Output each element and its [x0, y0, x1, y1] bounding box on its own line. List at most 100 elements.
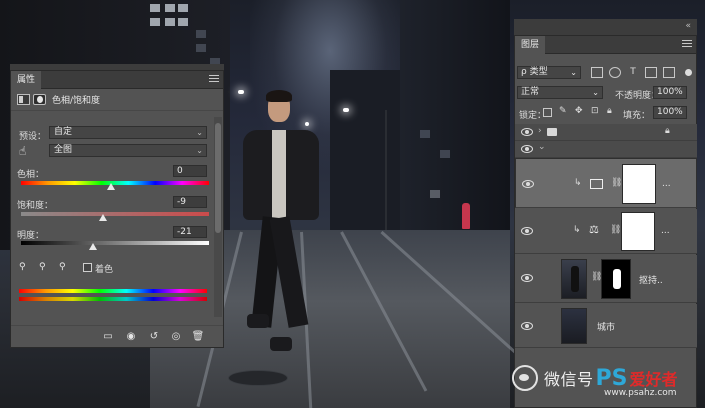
type-filter-icon[interactable]: T — [627, 67, 639, 78]
layer-thumbnail — [561, 308, 587, 344]
properties-scrollbar[interactable] — [214, 117, 222, 317]
layer-row-background[interactable]: 城市 — [515, 304, 697, 348]
image-filter-icon[interactable] — [591, 67, 603, 78]
building-mid — [330, 70, 410, 250]
eye-icon[interactable] — [521, 128, 533, 136]
hue-input[interactable]: 0 — [173, 165, 207, 177]
colorize-checkbox[interactable] — [83, 263, 92, 272]
layer-row-person[interactable]: ⛓︎ 抠持.. — [515, 255, 697, 303]
layer-mask-thumbnail — [622, 164, 656, 204]
eye-icon[interactable] — [521, 322, 533, 330]
preset-value: 自定 — [54, 127, 73, 137]
folder-icon — [547, 128, 557, 136]
colorize-label: 着色 — [95, 265, 114, 275]
eye-icon[interactable] — [522, 180, 534, 188]
lock-icon[interactable]: 🔒︎ — [607, 106, 612, 116]
properties-footer: ▭ ◉ ↺ ◎ 🗑 — [11, 325, 223, 347]
brush-lock-icon[interactable]: ✎ — [559, 106, 567, 116]
man-figure — [235, 90, 325, 362]
adjustment-title: 色相/饱和度 — [52, 96, 101, 106]
collapse-icon[interactable]: « — [685, 21, 691, 31]
lightness-label: 明度： — [17, 231, 45, 241]
adjustment-header: 色相/饱和度 — [11, 89, 223, 111]
move-lock-icon[interactable]: ✥ — [575, 106, 583, 116]
saturation-label: 饱和度： — [17, 201, 54, 211]
manhole — [228, 370, 288, 386]
trash-icon[interactable]: 🗑 — [191, 330, 205, 343]
eyedropper-minus-icon[interactable]: ⚲ — [59, 262, 66, 272]
layer-name: 城市 — [597, 323, 616, 333]
watermark-url: www.psahz.com — [604, 388, 677, 398]
channel-select[interactable]: 全图 ⌄ — [49, 144, 207, 157]
preset-label: 预设： — [19, 132, 47, 142]
layer-row-hue-saturation[interactable]: ↳ ⛓︎ ... — [515, 158, 697, 208]
lock-pixels-icon[interactable] — [543, 108, 552, 117]
hand-icon[interactable]: ☝ — [19, 144, 26, 158]
chevron-down-icon: ⌄ — [570, 68, 577, 77]
shape-filter-icon[interactable] — [645, 67, 657, 78]
layers-drag-handle[interactable]: « — [514, 19, 697, 35]
chevron-down-icon: ⌄ — [196, 128, 203, 137]
eyedropper-icon[interactable]: ⚲ — [19, 262, 26, 272]
chevron-down-icon[interactable]: ⌄ — [538, 142, 546, 152]
adjustment-icon — [590, 179, 603, 189]
layer-mask-thumbnail — [621, 212, 655, 251]
chevron-right-icon[interactable]: › — [538, 126, 542, 136]
lightness-gradient — [21, 241, 209, 245]
pedestrian — [462, 203, 470, 229]
eyedropper-plus-icon[interactable]: ⚲ — [39, 262, 46, 272]
lock-icon: 🔒︎ — [665, 126, 670, 136]
layer-name: 抠持.. — [639, 276, 663, 286]
link-icon: ⛓︎ — [610, 225, 622, 235]
hue-label: 色相： — [17, 170, 45, 180]
watermark-ps: PS — [595, 365, 628, 391]
opacity-input[interactable]: 100% — [653, 86, 687, 99]
layer-name: ... — [661, 226, 670, 236]
chevron-down-icon: ⌄ — [592, 88, 599, 97]
balance-icon: ⚖ — [589, 223, 599, 236]
clip-to-layer-icon[interactable]: ▭ — [101, 330, 115, 343]
lightness-slider-thumb[interactable] — [89, 243, 97, 250]
panel-menu-icon[interactable] — [682, 40, 692, 49]
layers-tabbar: 图层 — [515, 36, 696, 54]
fill-input[interactable]: 100% — [653, 106, 687, 119]
channel-value: 全图 — [54, 145, 73, 155]
filter-label: ρ 类型 — [521, 67, 548, 77]
eye-icon[interactable] — [521, 274, 533, 282]
building-right — [400, 0, 510, 260]
layers-panel: 图层 ρ 类型 ⌄ T 正常 ⌄ 不透明度： 100% 锁定： ✎ ✥ ⊡ 🔒︎ 填… — [514, 35, 697, 408]
eye-icon[interactable] — [521, 145, 533, 153]
adjustment-filter-icon[interactable] — [609, 67, 621, 78]
view-previous-icon[interactable]: ◉ — [124, 330, 138, 343]
panel-menu-icon[interactable] — [209, 75, 219, 84]
layer-thumbnail — [561, 259, 587, 299]
adjustment-icon[interactable] — [17, 94, 30, 105]
preset-select[interactable]: 自定 ⌄ — [49, 126, 207, 139]
layer-filter-select[interactable]: ρ 类型 ⌄ — [517, 66, 581, 79]
watermark-text: 微信号 — [544, 370, 594, 389]
blend-mode-select[interactable]: 正常 ⌄ — [517, 86, 603, 99]
lightness-input[interactable]: -21 — [173, 226, 207, 238]
tab-properties[interactable]: 属性 — [11, 71, 42, 89]
reset-icon[interactable]: ↺ — [147, 330, 161, 343]
layer-row-group[interactable]: › 🔒︎ — [515, 124, 697, 141]
layer-row-subgroup[interactable]: ⌄ — [515, 141, 697, 158]
lock-label: 锁定： — [519, 111, 547, 121]
mask-icon[interactable] — [33, 94, 46, 105]
artboard-lock-icon[interactable]: ⊡ — [591, 106, 599, 116]
saturation-input[interactable]: -9 — [173, 196, 207, 208]
wechat-icon — [512, 365, 538, 391]
hue-slider-thumb[interactable] — [107, 183, 115, 190]
visibility-eye-icon[interactable]: ◎ — [169, 330, 183, 343]
tab-layers[interactable]: 图层 — [515, 36, 546, 54]
fill-label: 填充： — [623, 111, 651, 121]
blend-mode-value: 正常 — [521, 87, 540, 97]
saturation-slider-thumb[interactable] — [99, 214, 107, 221]
clip-arrow-icon: ↳ — [574, 178, 582, 188]
filter-toggle-icon[interactable] — [685, 69, 692, 76]
layer-mask-thumbnail — [601, 259, 631, 299]
eye-icon[interactable] — [521, 227, 533, 235]
smart-object-filter-icon[interactable] — [663, 67, 675, 78]
saturation-gradient — [21, 212, 209, 216]
layer-row-balance[interactable]: ↳ ⚖ ⛓︎ ... — [515, 209, 697, 254]
